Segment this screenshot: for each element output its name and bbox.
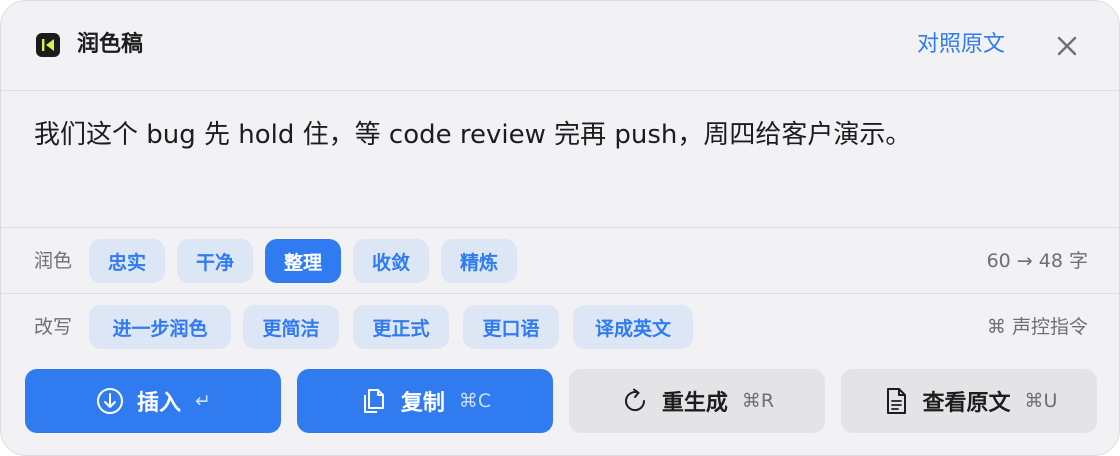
character-count: 60 → 48 字 xyxy=(986,250,1088,272)
insert-button[interactable]: 插入 ↵ xyxy=(25,369,281,433)
polish-row-label: 润色 xyxy=(34,250,73,272)
copy-button[interactable]: 复制 ⌘C xyxy=(297,369,553,433)
view-original-shortcut: ⌘U xyxy=(1024,390,1058,412)
compare-original-link[interactable]: 对照原文 xyxy=(917,29,1005,61)
close-icon[interactable] xyxy=(1051,30,1083,62)
voice-command-hint: ⌘ 声控指令 xyxy=(986,316,1088,338)
chip-translate-english[interactable]: 译成英文 xyxy=(573,305,693,349)
copy-icon xyxy=(359,386,389,416)
chip-clean[interactable]: 干净 xyxy=(177,239,253,283)
chip-organize-selected[interactable]: 整理 xyxy=(265,239,341,283)
regenerate-button[interactable]: 重生成 ⌘R xyxy=(569,369,825,433)
chip-more-concise[interactable]: 更简洁 xyxy=(243,305,339,349)
insert-shortcut: ↵ xyxy=(195,390,211,412)
regenerate-label: 重生成 xyxy=(661,391,728,416)
rewrite-row-label: 改写 xyxy=(34,316,73,338)
view-original-button[interactable]: 查看原文 ⌘U xyxy=(841,369,1097,433)
chip-further-polish[interactable]: 进一步润色 xyxy=(89,305,231,349)
regenerate-shortcut: ⌘R xyxy=(741,390,775,412)
copy-label: 复制 xyxy=(400,391,445,416)
chip-more-formal[interactable]: 更正式 xyxy=(353,305,449,349)
panel-header: 润色稿 对照原文 xyxy=(1,1,1119,91)
view-original-label: 查看原文 xyxy=(922,391,1011,416)
polish-style-row: 润色 忠实 干净 整理 收敛 精炼 60 → 48 字 xyxy=(1,227,1119,293)
insert-down-icon xyxy=(95,386,125,416)
chip-refine[interactable]: 精炼 xyxy=(441,239,517,283)
polished-text: 我们这个 bug 先 hold 住，等 code review 完再 push，… xyxy=(34,120,912,150)
document-icon xyxy=(881,386,911,416)
refresh-icon xyxy=(620,386,650,416)
chip-converge[interactable]: 收敛 xyxy=(353,239,429,283)
panel-title: 润色稿 xyxy=(77,32,144,57)
copy-shortcut: ⌘C xyxy=(458,390,492,412)
polish-panel: 润色稿 对照原文 我们这个 bug 先 hold 住，等 code review… xyxy=(0,0,1120,456)
chip-more-colloquial[interactable]: 更口语 xyxy=(463,305,559,349)
rewrite-row: 改写 进一步润色 更简洁 更正式 更口语 译成英文 ⌘ 声控指令 xyxy=(1,293,1119,359)
app-logo-icon xyxy=(36,33,60,57)
insert-label: 插入 xyxy=(137,391,182,416)
chip-faithful[interactable]: 忠实 xyxy=(89,239,165,283)
